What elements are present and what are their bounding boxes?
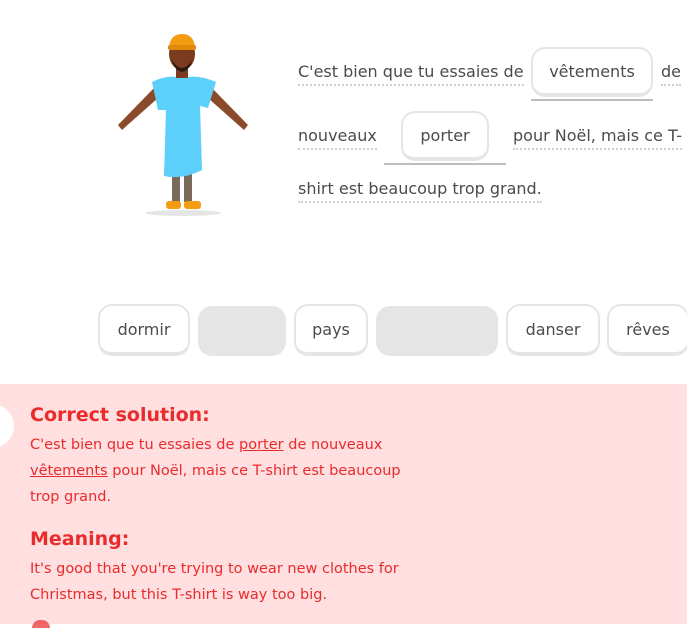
word-bank-empty-slot [198,306,286,356]
sentence-text: de [661,62,681,86]
sentence-text: pour Noël, mais ce T- [513,126,683,150]
word-bank-chip[interactable]: pays [294,304,368,356]
solution-highlight: porter [239,437,284,453]
correct-solution-title: Correct solution: [30,404,210,426]
answer-chip-vetements[interactable]: vêtements [531,47,653,97]
word-bank-chip[interactable]: rêves [607,304,687,356]
meaning-title: Meaning: [30,528,130,550]
report-icon[interactable] [32,620,50,628]
word-bank-chip[interactable]: dormir [98,304,190,356]
answer-chip-porter[interactable]: porter [401,111,489,161]
sentence-text: C'est bien que tu essaies de [298,62,524,86]
word-bank-chip[interactable]: danser [506,304,600,356]
feedback-panel: Correct solution: C'est bien que tu essa… [0,384,687,628]
incorrect-status-icon [0,404,14,448]
sentence-text: nouveaux [298,126,377,150]
solution-highlight: vêtements [30,463,108,479]
meaning-text: It's good that you're trying to wear new… [30,561,399,603]
answer-slot-line [531,99,653,101]
word-bank-empty-slot [376,306,498,356]
sentence-area: C'est bien que tu essaies de vêtements d… [0,0,687,240]
sentence-text: shirt est beaucoup trop grand. [298,179,542,203]
answer-slot-line [384,163,506,165]
correct-solution-text: C'est bien que tu essaies de porter de n… [30,437,401,505]
